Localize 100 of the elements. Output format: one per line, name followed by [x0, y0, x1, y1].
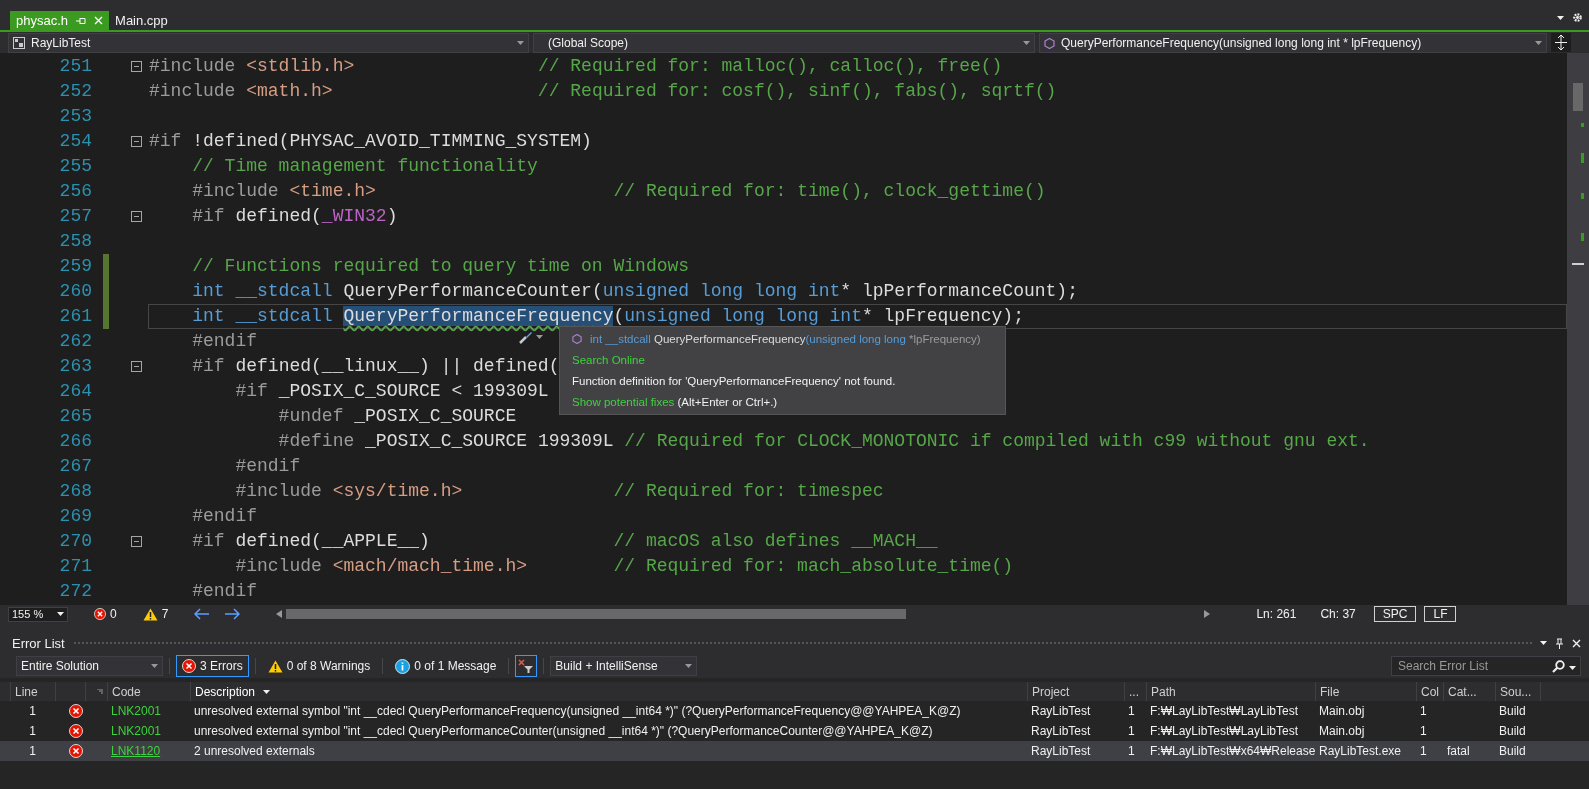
col-cell-text: 1: [1419, 704, 1428, 718]
forward-arrow-icon[interactable]: [224, 608, 241, 620]
line-number: 270: [58, 530, 92, 553]
column-header[interactable]: Description: [190, 682, 1027, 701]
filter-toggle[interactable]: 0 of 1 Message: [389, 655, 503, 677]
collapse-toggle[interactable]: [130, 211, 142, 222]
column-header[interactable]: Cat...: [1443, 682, 1495, 701]
column-header[interactable]: File: [1315, 682, 1416, 701]
line-number: 269: [58, 505, 92, 528]
description-cell-text: unresolved external symbol "int __cdecl QueryPerformanceFrequency(unsigned __int64 *)" (?QueryPerformanceFrequency@@YAHPEA_K@Z): [193, 704, 962, 718]
collapse-toggle[interactable]: [130, 136, 142, 147]
column-header[interactable]: Line: [10, 682, 55, 701]
line-number: 266: [58, 430, 92, 453]
scroll-left-icon[interactable]: [276, 610, 283, 618]
zoom-dropdown[interactable]: 155 %: [8, 606, 68, 622]
error-code: LNK2001: [110, 704, 163, 718]
column-header[interactable]: Project: [1027, 682, 1124, 701]
member-dropdown[interactable]: QueryPerformanceFrequency(unsigned long long int * lpFrequency): [1039, 33, 1547, 53]
code-line: #undef _POSIX_C_SOURCE: [277, 405, 517, 428]
column-header[interactable]: Code: [107, 682, 190, 701]
function-signature: int __stdcall QueryPerformanceFrequency(unsigned long long *lpFrequency): [590, 333, 981, 345]
line-ending-indicator[interactable]: LF: [1424, 606, 1457, 622]
split-icon[interactable]: [1551, 33, 1571, 52]
close-icon[interactable]: [1572, 638, 1581, 648]
caret-icon: [536, 335, 543, 339]
vertical-scrollbar[interactable]: [1567, 53, 1589, 605]
back-arrow-icon[interactable]: [194, 608, 211, 620]
search-box[interactable]: Search Error List: [1391, 656, 1581, 676]
path-cell-text: F:₩LayLibTest₩LayLibTest: [1149, 704, 1300, 718]
column-header[interactable]: Sou...: [1495, 682, 1540, 701]
code-line: #include <stdlib.h> // Required for: malloc(), calloc(), free(): [149, 55, 1003, 78]
line-number: 254: [58, 130, 92, 153]
potential-fixes-link[interactable]: Show potential fixes: [572, 396, 675, 408]
caret-icon: [1569, 666, 1576, 670]
line-number: 263: [58, 355, 92, 378]
source-cell-text: Build: [1498, 724, 1527, 738]
line-number: 257: [58, 205, 92, 228]
description-cell-text: unresolved external symbol "int __cdecl QueryPerformanceCounter(unsigned __int64 *)" (?QueryPerformanceCounter@@YAHPEA_K@Z): [193, 724, 934, 738]
info-icon: [395, 658, 411, 674]
error-row[interactable]: 1 LNK1120 2 unresolved externals RayLibTest 1 F:₩LayLibTest₩x64₩Release RayLibTest.exe 1 fatal Build: [0, 741, 1589, 761]
column-header[interactable]: ...: [1124, 682, 1146, 701]
file-cell-text: Main.obj: [1318, 724, 1366, 738]
method-icon: [1044, 37, 1055, 49]
scope-dropdown[interactable]: (Global Scope): [533, 33, 1035, 53]
project-dropdown[interactable]: RayLibTest: [8, 33, 529, 53]
caret-icon: [151, 664, 158, 668]
code-line: #if defined(_WIN32): [191, 205, 398, 228]
code-line: // Time management functionality: [191, 155, 538, 178]
code-line: #endif: [191, 330, 258, 353]
search-field[interactable]: Search Error List: [1396, 658, 1552, 674]
line-number: 253: [58, 105, 92, 128]
clear-filter-button[interactable]: [515, 655, 538, 677]
warning-icon: [267, 659, 283, 673]
error-icon: [69, 724, 83, 738]
scope-dropdown[interactable]: Entire Solution: [16, 656, 163, 676]
collapse-toggle[interactable]: [130, 536, 142, 547]
horizontal-scrollbar[interactable]: [276, 608, 1211, 620]
filter-toggle[interactable]: 3 Errors: [176, 655, 249, 677]
error-icon: [94, 608, 106, 620]
code-line: int __stdcall QueryPerformanceFrequency(unsigned long long int* lpFrequency);: [191, 305, 1024, 328]
column-header[interactable]: Col: [1416, 682, 1443, 701]
column-header[interactable]: Path: [1146, 682, 1315, 701]
path-cell-text: F:₩LayLibTest₩LayLibTest: [1149, 724, 1300, 738]
code-line: #endif: [234, 455, 301, 478]
line-number: 262: [58, 330, 92, 353]
code-line: #if !defined(PHYSAC_AVOID_TIMMING_SYSTEM): [149, 130, 592, 153]
screwdriver-icon[interactable]: [518, 329, 534, 345]
source-dropdown[interactable]: Build + IntelliSense: [550, 656, 698, 676]
error-count[interactable]: 0: [94, 607, 117, 621]
scroll-right-icon[interactable]: [1204, 610, 1211, 618]
line-number: 261: [58, 305, 92, 328]
warning-count[interactable]: 7: [142, 607, 169, 621]
collapse-toggle[interactable]: [130, 61, 142, 72]
definition-message: Function definition for 'QueryPerformanceFrequency' not found.: [572, 375, 897, 387]
line-cell-text: 1: [28, 744, 37, 758]
code-line: #endif: [191, 505, 258, 528]
whitespace-indicator[interactable]: SPC: [1373, 606, 1417, 622]
error-code-link[interactable]: LNK1120: [107, 744, 190, 758]
caret-icon: [685, 664, 693, 668]
code-line: #if defined(__linux__) || defined(: [191, 355, 560, 378]
code-line: #include <math.h> // Required for: cosf(), sinf(), fabs(), sqrtf(): [149, 80, 1057, 103]
pin-icon[interactable]: [1555, 637, 1564, 649]
settings-icon[interactable]: [1572, 12, 1583, 23]
error-row[interactable]: 1 LNK2001 unresolved external symbol "int __cdecl QueryPerformanceCounter(unsigned __int64 *)" (?QueryPerformanceCounter@@YAHPEA_K@Z) RayLibTest 1 F:₩LayLibTest₩LayLibTest Main.obj 1 Build: [0, 721, 1589, 741]
panel-title: Error List: [12, 635, 65, 651]
potential-fixes-hint: Show potential fixes (Alt+Enter or Ctrl+.): [572, 396, 779, 408]
count-cell-text: 1: [1127, 724, 1136, 738]
caret-icon: [1540, 641, 1547, 645]
filter-toggle[interactable]: 0 of 8 Warnings: [261, 655, 377, 677]
code-line: #if _POSIX_C_SOURCE < 199309L: [234, 380, 549, 403]
search-online-link[interactable]: Search Online: [572, 354, 993, 366]
error-row[interactable]: 1 LNK2001 unresolved external symbol "int __cdecl QueryPerformanceFrequency(unsigned __int64 *)" (?QueryPerformanceFrequency@@YAHPEA_K@Z) RayLibTest 1 F:₩LayLibTest₩LayLibTest Main.obj 1 Build: [0, 701, 1589, 721]
project-cell-text: RayLibTest: [1030, 724, 1092, 738]
count-cell-text: 1: [1127, 744, 1136, 758]
editor-tab[interactable]: Main.cpp: [109, 11, 174, 30]
col-cell-text: 1: [1419, 744, 1428, 758]
line-number: 255: [58, 155, 92, 178]
collapse-toggle[interactable]: [130, 361, 142, 372]
line-number: 265: [58, 405, 92, 428]
line-cell-text: 1: [28, 704, 37, 718]
